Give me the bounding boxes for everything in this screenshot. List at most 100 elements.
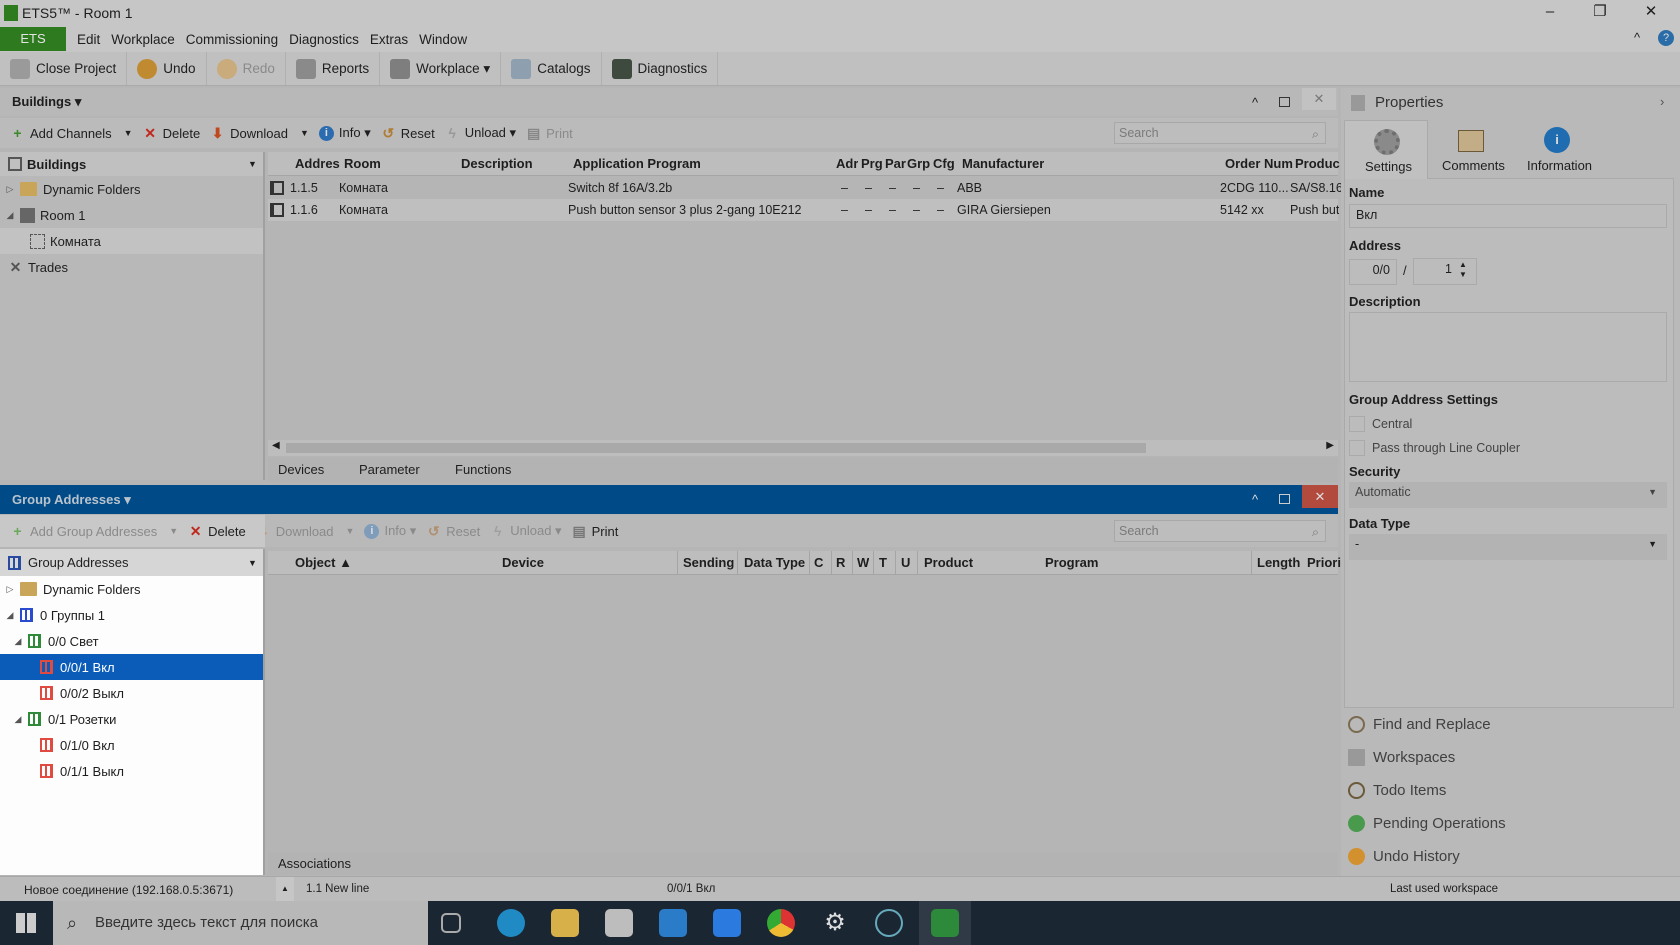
collapse-ribbon-icon[interactable]: ^ — [1634, 30, 1640, 45]
buildings-panel-title[interactable]: Buildings ▾ — [12, 94, 81, 110]
tab-information[interactable]: i Information — [1514, 120, 1604, 178]
maximize-panel-icon[interactable] — [1279, 97, 1290, 107]
find-and-replace-button[interactable]: Find and Replace — [1348, 716, 1491, 733]
tab-devices[interactable]: Devices — [278, 462, 324, 477]
file-explorer-icon[interactable] — [551, 909, 579, 937]
info-button[interactable]: i Info ▾ — [318, 125, 371, 141]
tree-item-group-address[interactable]: 0/0/2 Выкл — [0, 680, 263, 706]
column-header[interactable]: Cfg — [933, 156, 955, 171]
delete-button[interactable]: ✕ Delete — [188, 523, 246, 539]
column-header[interactable]: Description — [461, 156, 533, 171]
close-panel-button[interactable]: ✕ — [1302, 485, 1338, 508]
tree-item-middle-group[interactable]: ◢ 0/1 Розетки — [0, 706, 263, 732]
status-workspace[interactable]: Last used workspace — [1390, 883, 1498, 895]
diagnostics-button[interactable]: Diagnostics — [602, 52, 719, 85]
task-view-icon[interactable] — [441, 913, 461, 933]
group-addresses-search-input[interactable]: Search ⌕ — [1114, 520, 1326, 542]
column-header[interactable]: Data Type — [744, 555, 805, 570]
taskbar-search-input[interactable]: ⌕ Введите здесь текст для поиска — [53, 901, 428, 945]
unload-button[interactable]: ϟ Unload ▾ — [445, 125, 517, 141]
group-addresses-tree-header[interactable]: Group Addresses ▼ — [0, 549, 263, 576]
column-header[interactable]: Device — [502, 555, 544, 570]
menu-diagnostics[interactable]: Diagnostics — [289, 32, 359, 47]
column-header[interactable]: Priori — [1307, 555, 1341, 570]
tree-item-room[interactable]: Комната — [0, 228, 263, 254]
ets-taskbar-icon[interactable] — [931, 909, 959, 937]
maximize-button[interactable]: ❐ — [1575, 0, 1625, 26]
tree-item-room-1[interactable]: ◢ Room 1 — [0, 202, 263, 228]
menu-commissioning[interactable]: Commissioning — [186, 32, 278, 47]
column-divider[interactable] — [917, 551, 918, 575]
scrollbar-thumb[interactable] — [286, 443, 1146, 453]
expand-status-icon[interactable]: ▲ — [276, 877, 294, 901]
tree-item-group-address-selected[interactable]: 0/0/1 Вкл — [0, 654, 263, 680]
workspaces-button[interactable]: Workspaces — [1348, 749, 1455, 766]
description-textarea[interactable] — [1349, 312, 1667, 382]
maximize-panel-icon[interactable] — [1279, 494, 1290, 504]
tree-item-group-address[interactable]: 0/1/1 Выкл — [0, 758, 263, 784]
column-header[interactable]: Prg — [861, 156, 883, 171]
unload-button[interactable]: ϟ Unload ▾ — [490, 523, 562, 539]
column-header[interactable]: T — [879, 555, 887, 570]
reset-button[interactable]: ↺ Reset — [426, 523, 480, 539]
tab-functions[interactable]: Functions — [455, 462, 511, 477]
edge-icon[interactable] — [497, 909, 525, 937]
address-sub-stepper[interactable]: 1 — [1413, 258, 1477, 285]
buildings-search-input[interactable]: Search ⌕ — [1114, 122, 1326, 144]
column-header[interactable]: Program — [1045, 555, 1098, 570]
pass-through-checkbox[interactable] — [1349, 440, 1365, 456]
tab-parameter[interactable]: Parameter — [359, 462, 420, 477]
security-select[interactable]: Automatic ▼ — [1349, 482, 1667, 508]
column-header[interactable]: W — [857, 555, 869, 570]
column-divider[interactable] — [852, 551, 853, 575]
connection-status[interactable]: Новое соединение (192.168.0.5:3671) — [24, 883, 233, 897]
column-header[interactable]: Order Num — [1225, 156, 1293, 171]
collapse-panel-icon[interactable]: ^ — [1252, 95, 1258, 110]
tab-comments[interactable]: Comments — [1428, 120, 1514, 178]
zoom-icon[interactable] — [713, 909, 741, 937]
name-input[interactable]: Вкл — [1349, 204, 1667, 228]
column-header[interactable]: Par — [885, 156, 906, 171]
tree-item-trades[interactable]: ✕ Trades — [0, 254, 263, 280]
print-button[interactable]: ▤ Print — [526, 125, 573, 141]
column-header[interactable]: Manufacturer — [962, 156, 1044, 171]
settings-gear-icon[interactable]: ⚙ — [821, 909, 849, 937]
menu-ets[interactable]: ETS — [0, 27, 66, 51]
column-header[interactable]: Grp — [907, 156, 930, 171]
close-button[interactable]: ✕ — [1626, 0, 1676, 26]
tree-item-middle-group[interactable]: ◢ 0/0 Свет — [0, 628, 263, 654]
column-header[interactable]: Addres — [295, 156, 340, 171]
workplace-button[interactable]: Workplace ▾ — [380, 52, 502, 85]
column-header[interactable]: C — [814, 555, 823, 570]
chrome-icon[interactable] — [767, 909, 795, 937]
download-button[interactable]: ⬇Download▼ — [210, 125, 309, 141]
windows-start-icon[interactable] — [16, 913, 36, 933]
download-button[interactable]: ⬇Download▼ — [256, 523, 354, 539]
catalogs-button[interactable]: Catalogs — [501, 52, 602, 85]
column-header[interactable]: R — [836, 555, 845, 570]
print-button[interactable]: ▤ Print — [572, 523, 618, 539]
collapse-properties-icon[interactable]: › — [1660, 94, 1664, 109]
column-header[interactable]: Produc — [1295, 156, 1340, 171]
horizontal-scrollbar[interactable]: ◀ ▶ — [268, 440, 1338, 456]
add-channels-button[interactable]: + Add Channels ▼ — [10, 125, 132, 141]
menu-extras[interactable]: Extras — [370, 32, 408, 47]
column-divider[interactable] — [809, 551, 810, 575]
buildings-tree-header[interactable]: Buildings ▼ — [0, 152, 263, 176]
tree-item-dynamic-folders[interactable]: ▷ Dynamic Folders — [0, 576, 263, 602]
column-header[interactable]: Application Program — [573, 156, 701, 171]
reports-button[interactable]: Reports — [286, 52, 381, 85]
column-header[interactable]: Length — [1257, 555, 1300, 570]
stepper-arrows-icon[interactable]: ▲ ▼ — [1459, 260, 1467, 280]
column-header[interactable]: U — [901, 555, 910, 570]
minimize-button[interactable]: – — [1525, 0, 1575, 26]
column-header[interactable]: Room — [344, 156, 381, 171]
undo-history-button[interactable]: Undo History — [1348, 848, 1460, 865]
todo-items-button[interactable]: Todo Items — [1348, 782, 1446, 799]
column-divider[interactable] — [1251, 551, 1252, 575]
delete-button[interactable]: ✕ Delete — [143, 125, 200, 141]
pending-operations-button[interactable]: Pending Operations — [1348, 815, 1506, 832]
table-row[interactable]: 1.1.5 Комната Switch 8f 16A/3.2b – – – – – ABB 2C… — [268, 177, 1343, 199]
add-group-addresses-button[interactable]: + Add Group Addresses ▼ — [10, 523, 178, 539]
close-panel-button[interactable]: ✕ — [1302, 88, 1336, 110]
